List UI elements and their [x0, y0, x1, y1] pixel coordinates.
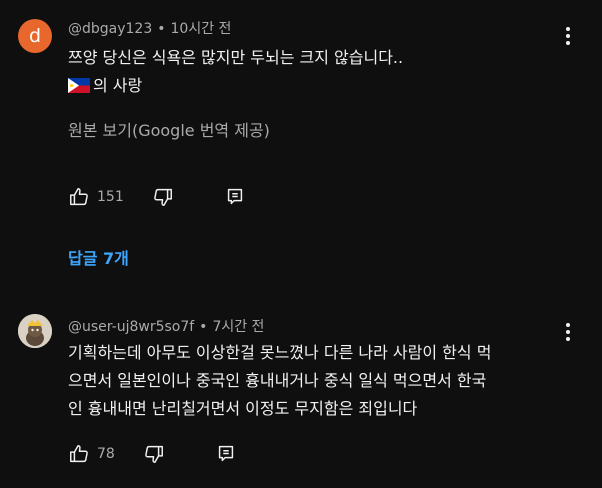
view-replies-button[interactable]: 답글 7개 — [68, 245, 129, 269]
view-original-link[interactable]: 원본 보기(Google 번역 제공) — [68, 117, 270, 141]
avatar-image — [18, 314, 52, 348]
like-icon[interactable] — [68, 443, 90, 465]
meta-separator: • — [199, 319, 208, 335]
avatar[interactable] — [18, 314, 52, 348]
comment-text: 기획하는데 아무도 이상한걸 못느꼈나 다른 나라 사람이 한식 먹 으면서 일… — [68, 339, 568, 423]
comment-text-line: 기획하는데 아무도 이상한걸 못느꼈나 다른 나라 사람이 한식 먹 — [68, 343, 492, 362]
comment-text-line: 인 흉내내면 난리칠거면서 이정도 무지함은 죄입니다 — [68, 399, 418, 418]
comment-text-line: 의 사랑 — [68, 72, 568, 100]
comment-meta: @dbgay123 • 10시간 전 — [68, 18, 231, 38]
dislike-icon[interactable] — [152, 186, 174, 208]
avatar[interactable]: d — [18, 19, 52, 53]
comment: @user-uj8wr5so7f • 7시간 전 기획하는데 아무도 이상한걸 못느… — [0, 300, 602, 488]
comment-text-line: 쯔양 당신은 식욕은 많지만 두뇌는 크지 않습니다.. — [68, 48, 404, 67]
comment-text-line: 으면서 일본인이나 중국인 흉내내거나 중식 일식 먹으면서 한국 — [68, 371, 487, 390]
meta-separator: • — [157, 21, 166, 37]
reply-icon[interactable] — [215, 443, 237, 465]
like-count: 78 — [97, 446, 115, 462]
username[interactable]: @user-uj8wr5so7f — [68, 319, 194, 335]
username[interactable]: @dbgay123 — [68, 21, 152, 37]
comment-actions: 78 — [68, 442, 237, 466]
philippines-flag-icon — [68, 78, 90, 93]
timestamp[interactable]: 10시간 전 — [171, 21, 232, 37]
comment-text: 쯔양 당신은 식욕은 많지만 두뇌는 크지 않습니다.. 의 사랑 — [68, 44, 568, 100]
comment: d @dbgay123 • 10시간 전 쯔양 당신은 식욕은 많지만 두뇌는 크지… — [0, 0, 602, 290]
like-count: 151 — [97, 189, 124, 205]
like-icon[interactable] — [68, 186, 90, 208]
reply-icon[interactable] — [224, 186, 246, 208]
comment-meta: @user-uj8wr5so7f • 7시간 전 — [68, 316, 264, 336]
avatar-letter: d — [28, 25, 42, 47]
timestamp[interactable]: 7시간 전 — [212, 319, 264, 335]
comment-actions: 151 — [68, 185, 246, 209]
dislike-icon[interactable] — [143, 443, 165, 465]
comment-text-suffix: 의 사랑 — [93, 76, 143, 95]
